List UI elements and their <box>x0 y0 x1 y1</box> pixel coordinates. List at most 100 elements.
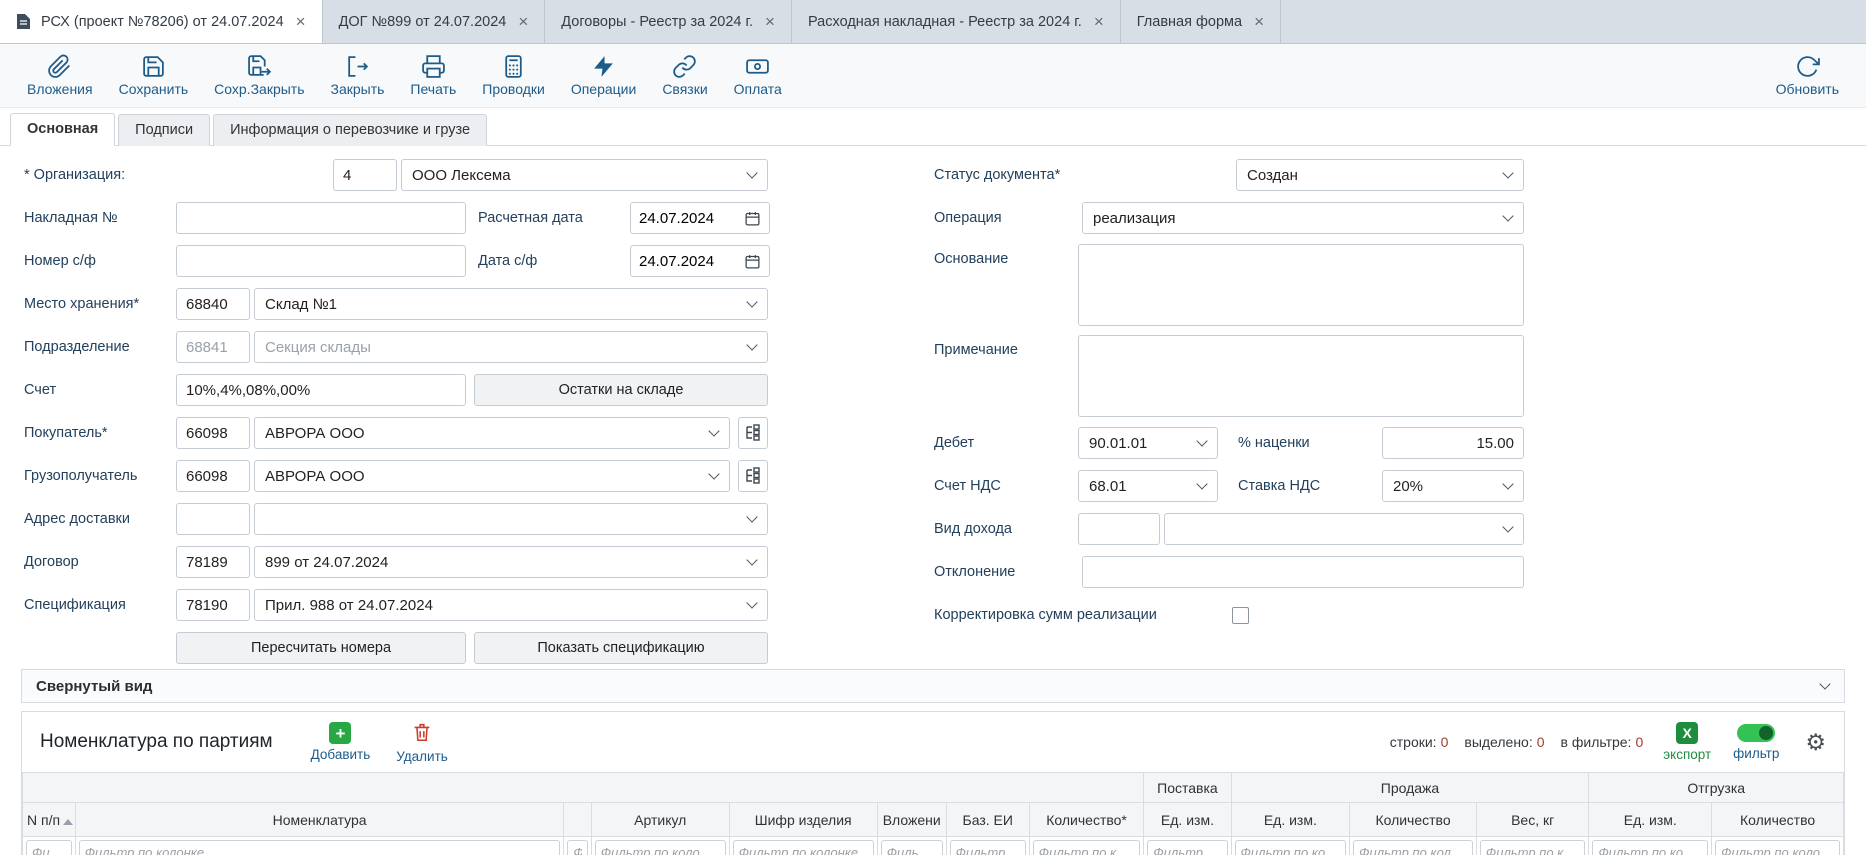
delivery-address-select[interactable] <box>254 503 768 535</box>
delivery-address-code-input[interactable] <box>176 503 250 535</box>
filter-toggle[interactable]: фильтр <box>1733 724 1779 761</box>
basis-textarea[interactable] <box>1078 244 1524 326</box>
close-icon[interactable]: × <box>765 13 775 30</box>
contract-code-input[interactable] <box>176 546 250 578</box>
specification-code-input[interactable] <box>176 589 250 621</box>
tab-main-form[interactable]: Главная форма × <box>1121 0 1281 43</box>
col-sale-quantity[interactable]: Количество <box>1350 803 1477 837</box>
buyer-tree-button[interactable] <box>738 417 768 449</box>
filter-input-flag[interactable] <box>567 840 587 855</box>
operation-select[interactable]: реализация <box>1082 202 1524 234</box>
debit-select[interactable]: 90.01.01 <box>1078 427 1218 459</box>
subtab-signatures[interactable]: Подписи <box>118 114 210 146</box>
operations-button[interactable]: Операции <box>558 49 650 102</box>
income-type-select[interactable] <box>1164 513 1524 545</box>
col-product-code[interactable]: Шифр изделия <box>729 803 877 837</box>
col-num[interactable]: N п/п <box>23 803 76 837</box>
stock-remainders-button[interactable]: Остатки на складе <box>474 374 768 406</box>
col-article[interactable]: Артикул <box>591 803 729 837</box>
close-icon[interactable]: × <box>296 13 306 30</box>
department-select[interactable]: Секция склады <box>254 331 768 363</box>
attachments-button[interactable]: Вложения <box>14 49 106 102</box>
col-quantity[interactable]: Количество* <box>1029 803 1144 837</box>
filter-input-product-code[interactable] <box>733 840 874 855</box>
contract-select[interactable]: 899 от 24.07.2024 <box>254 546 768 578</box>
consignee-tree-button[interactable] <box>738 460 768 492</box>
save-icon <box>141 54 166 79</box>
add-row-button[interactable]: + Добавить <box>311 722 371 762</box>
filter-input-nomenclature[interactable] <box>79 840 561 855</box>
buyer-code-input[interactable] <box>176 417 250 449</box>
refresh-button[interactable]: Обновить <box>1763 49 1852 102</box>
note-textarea[interactable] <box>1078 335 1524 417</box>
organization-code-input[interactable] <box>333 159 397 191</box>
col-attachments[interactable]: Вложени <box>877 803 946 837</box>
department-code-input[interactable] <box>176 331 250 363</box>
subtab-main[interactable]: Основная <box>10 113 115 146</box>
filter-input-sale-unit[interactable] <box>1235 840 1347 855</box>
close-icon[interactable]: × <box>518 13 528 30</box>
col-ship-unit[interactable]: Ед. изм. <box>1589 803 1712 837</box>
filter-input-article[interactable] <box>595 840 726 855</box>
filter-input-ship-quantity[interactable] <box>1715 840 1840 855</box>
recalc-numbers-button[interactable]: Пересчитать номера <box>176 632 466 664</box>
col-weight[interactable]: Вес, кг <box>1476 803 1589 837</box>
filter-input-weight[interactable] <box>1480 840 1586 855</box>
sf-number-input[interactable] <box>176 245 466 277</box>
col-base-unit[interactable]: Баз. ЕИ <box>946 803 1029 837</box>
account-input[interactable] <box>176 374 466 406</box>
col-sale-unit[interactable]: Ед. изм. <box>1231 803 1350 837</box>
tab-dog-document[interactable]: ДОГ №899 от 24.07.2024 × <box>323 0 546 43</box>
filter-input-quantity[interactable] <box>1033 840 1141 855</box>
payment-button[interactable]: Оплата <box>721 49 795 102</box>
filter-input-base-unit[interactable] <box>950 840 1026 855</box>
chevron-down-icon <box>1196 435 1207 446</box>
close-icon[interactable]: × <box>1094 13 1104 30</box>
buyer-select[interactable]: АВРОРА ООО <box>254 417 730 449</box>
vat-account-select[interactable]: 68.01 <box>1078 470 1218 502</box>
correction-checkbox[interactable] <box>1232 607 1249 624</box>
tab-rsx-document[interactable]: РСХ (проект №78206) от 24.07.2024 × <box>0 0 323 43</box>
delete-row-button[interactable]: Удалить <box>396 721 448 764</box>
storage-code-input[interactable] <box>176 288 250 320</box>
excel-export-button[interactable]: X экспорт <box>1663 722 1711 762</box>
invoice-number-input[interactable] <box>176 202 466 234</box>
filter-input-supply-unit[interactable] <box>1147 840 1227 855</box>
consignee-select[interactable]: АВРОРА ООО <box>254 460 730 492</box>
vat-rate-select[interactable]: 20% <box>1382 470 1524 502</box>
subtab-carrier-info[interactable]: Информация о перевозчике и грузе <box>213 114 487 146</box>
account-label: Счет <box>24 382 176 398</box>
collapsed-view-bar[interactable]: Свернутый вид <box>21 669 1845 703</box>
filter-input-sale-quantity[interactable] <box>1353 840 1473 855</box>
calc-date-input[interactable] <box>630 202 770 234</box>
save-close-button[interactable]: Сохр.Закрыть <box>201 49 317 102</box>
sf-date-input[interactable] <box>630 245 770 277</box>
tab-contracts-registry[interactable]: Договоры - Реестр за 2024 г. × <box>545 0 792 43</box>
filter-input-attachments[interactable] <box>881 840 943 855</box>
storage-select[interactable]: Склад №1 <box>254 288 768 320</box>
deviation-input[interactable] <box>1082 556 1524 588</box>
tab-invoice-registry[interactable]: Расходная накладная - Реестр за 2024 г. … <box>792 0 1121 43</box>
col-supply-unit[interactable]: Ед. изм. <box>1144 803 1231 837</box>
col-flag[interactable] <box>564 803 591 837</box>
specification-select[interactable]: Прил. 988 от 24.07.2024 <box>254 589 768 621</box>
col-nomenclature[interactable]: Номенклатура <box>75 803 564 837</box>
print-button[interactable]: Печать <box>397 49 469 102</box>
col-ship-quantity[interactable]: Количество <box>1712 803 1844 837</box>
status-select[interactable]: Создан <box>1236 159 1524 191</box>
chevron-down-icon[interactable] <box>1819 678 1830 689</box>
organization-select[interactable]: ООО Лексема <box>401 159 768 191</box>
postings-button[interactable]: Проводки <box>469 49 558 102</box>
close-icon[interactable]: × <box>1254 13 1264 30</box>
show-specification-button[interactable]: Показать спецификацию <box>474 632 768 664</box>
save-button[interactable]: Сохранить <box>106 49 202 102</box>
toggle-on-icon[interactable] <box>1737 724 1775 742</box>
close-button[interactable]: Закрыть <box>318 49 398 102</box>
markup-input[interactable] <box>1382 427 1524 459</box>
income-type-code-input[interactable] <box>1078 513 1160 545</box>
consignee-code-input[interactable] <box>176 460 250 492</box>
links-button[interactable]: Связки <box>649 49 720 102</box>
filter-input-num[interactable] <box>26 840 72 855</box>
gear-icon[interactable]: ⚙ <box>1805 731 1826 754</box>
filter-input-ship-unit[interactable] <box>1592 840 1708 855</box>
